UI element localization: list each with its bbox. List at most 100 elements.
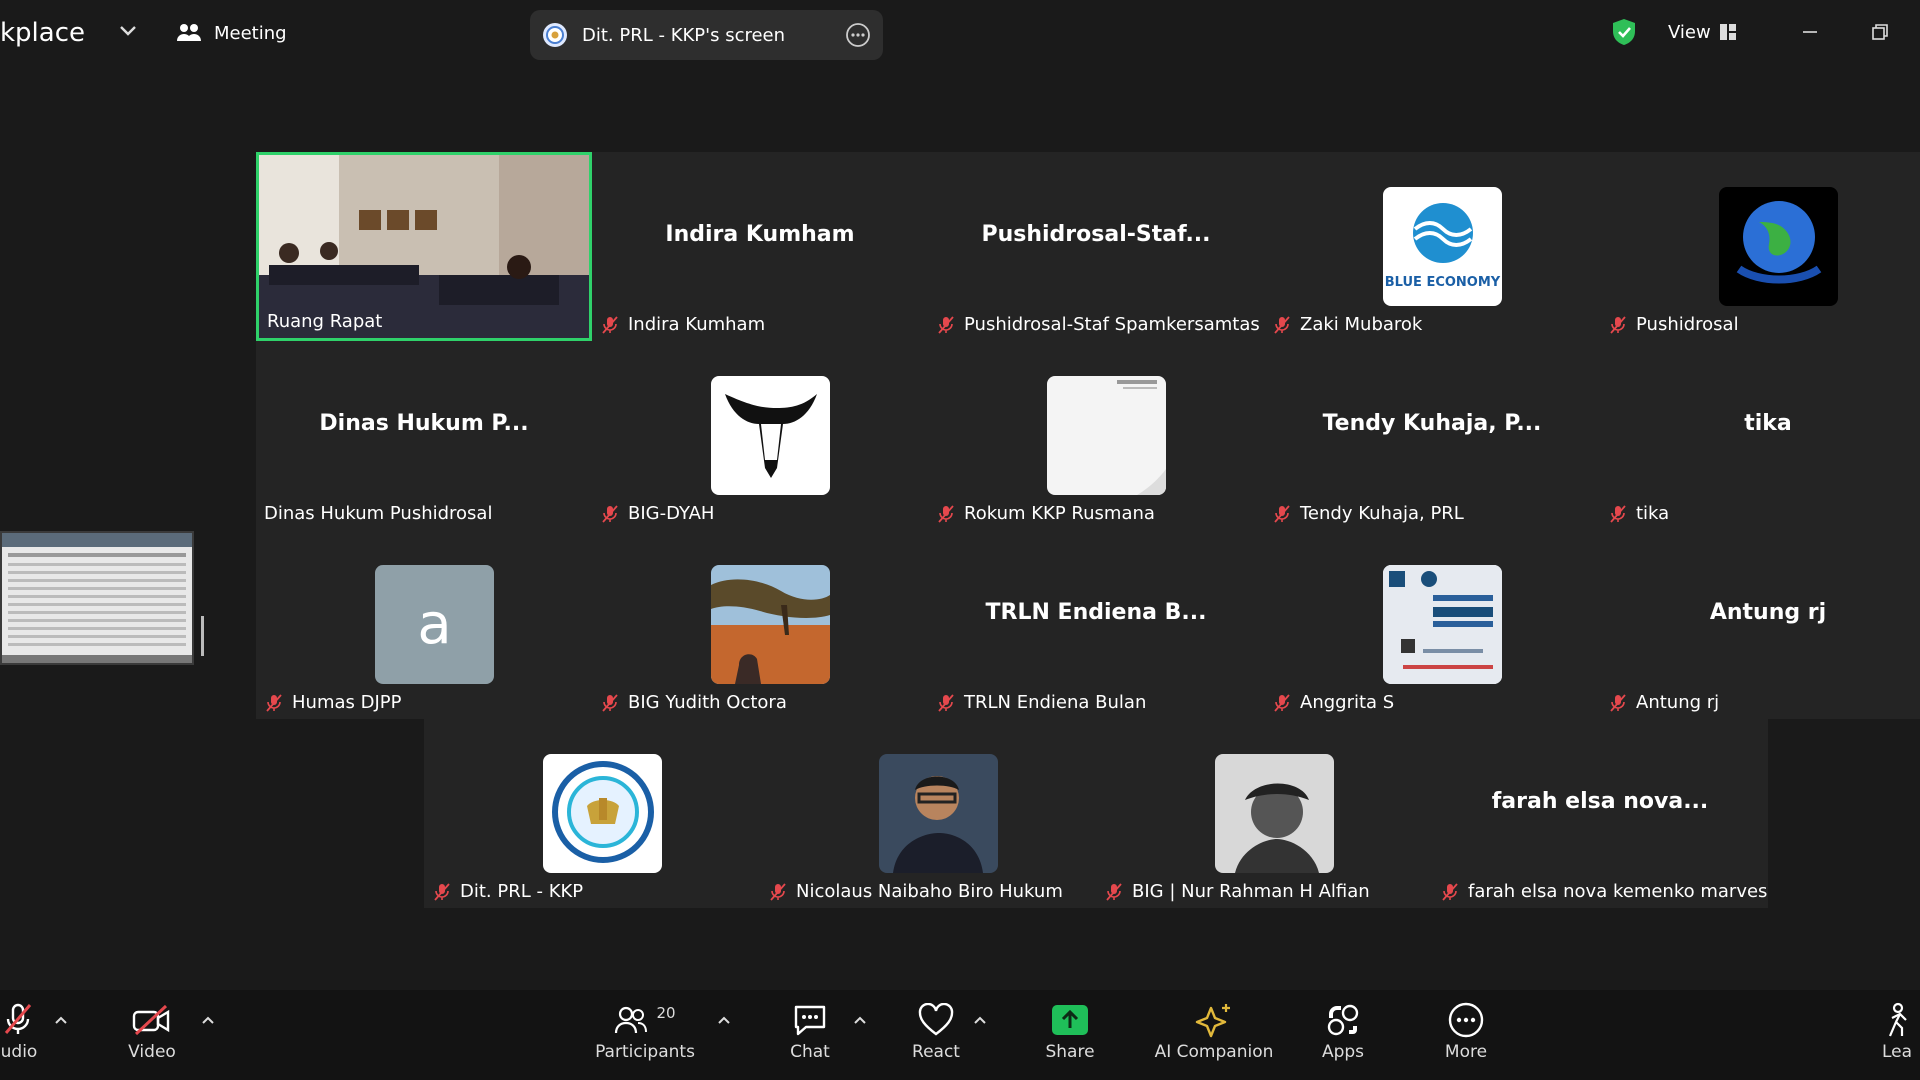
audio-label: udio	[0, 1042, 38, 1062]
video-tile[interactable]: BLUE ECONOMY Zaki Mubarok	[1264, 152, 1600, 341]
participant-name: Pushidrosal	[1608, 314, 1739, 335]
apps-button[interactable]: Apps	[1314, 998, 1372, 1074]
video-tile[interactable]: Dit. PRL - KKP	[424, 719, 760, 908]
video-tile[interactable]: a Humas DJPP	[256, 530, 592, 719]
participant-name: Dinas Hukum Pushidrosal	[264, 503, 493, 524]
participants-icon	[615, 1006, 648, 1034]
video-tile[interactable]: Nicolaus Naibaho Biro Hukum	[760, 719, 1096, 908]
mic-muted-icon	[938, 315, 954, 334]
heart-icon	[918, 1003, 954, 1036]
mic-muted-icon	[1106, 882, 1122, 901]
participant-name: Antung rj	[1608, 692, 1719, 713]
chevron-up-icon[interactable]	[970, 1010, 990, 1030]
mic-muted-icon	[1610, 315, 1626, 334]
share-button[interactable]: Share	[1040, 998, 1100, 1074]
mic-muted-icon	[1610, 504, 1626, 523]
profile-photo	[1215, 754, 1334, 873]
ministry-seal-icon	[552, 761, 654, 863]
video-tile[interactable]: Rokum KKP Rusmana	[928, 341, 1264, 530]
chat-label: Chat	[790, 1042, 830, 1062]
participant-name: Humas DJPP	[264, 692, 402, 713]
shield-check-icon	[1613, 19, 1635, 45]
chevron-up-icon[interactable]	[51, 1010, 71, 1030]
security-indicator[interactable]	[1610, 14, 1638, 50]
participant-display-name: Pushidrosal-Staf...	[981, 222, 1211, 247]
mic-muted-icon	[938, 504, 954, 523]
share-label: Dit. PRL - KKP's screen	[582, 24, 786, 46]
avatar-text: BLUE ECONOMY	[1384, 275, 1501, 290]
video-tile[interactable]: Dinas Hukum P... Dinas Hukum Pushidrosal	[256, 341, 592, 530]
meeting-info-button[interactable]: Meeting	[176, 16, 287, 50]
video-tile[interactable]: Antung rj Antung rj	[1600, 530, 1920, 719]
avatar	[711, 376, 830, 495]
participant-name: Rokum KKP Rusmana	[936, 503, 1155, 524]
mic-muted-icon	[1442, 882, 1458, 901]
audio-button[interactable]: udio	[0, 998, 44, 1074]
video-tile[interactable]: Ruang Rapat	[256, 152, 592, 341]
avatar	[711, 565, 830, 684]
participant-name: BIG Yudith Octora	[600, 692, 787, 713]
video-tile[interactable]: farah elsa nova... farah elsa nova kemen…	[1432, 719, 1768, 908]
minimize-button[interactable]	[1800, 14, 1820, 50]
video-tile[interactable]: Indira Kumham Indira Kumham	[592, 152, 928, 341]
participants-button[interactable]: 20 Participants	[592, 998, 698, 1074]
more-button[interactable]: More	[1436, 998, 1496, 1074]
video-tile[interactable]: Tendy Kuhaja, P... Tendy Kuhaja, PRL	[1264, 341, 1600, 530]
participant-display-name: Tendy Kuhaja, P...	[1322, 411, 1542, 436]
thumbnail-resize-handle[interactable]	[201, 616, 204, 656]
globe-emblem-icon	[1736, 201, 1822, 284]
participant-display-name: Indira Kumham	[665, 222, 855, 247]
react-label: React	[912, 1042, 960, 1062]
react-button[interactable]: React	[906, 998, 966, 1074]
apps-icon	[1327, 1004, 1359, 1036]
video-button[interactable]: Video	[120, 998, 184, 1074]
participant-display-name: TRLN Endiena B...	[985, 600, 1207, 625]
mic-muted-icon	[266, 693, 282, 712]
participant-display-name: farah elsa nova...	[1491, 789, 1709, 814]
participant-display-name: Dinas Hukum P...	[319, 411, 529, 436]
sparkle-icon	[1195, 1004, 1230, 1038]
avatar	[1215, 754, 1334, 873]
restore-icon	[1872, 24, 1888, 40]
video-tile[interactable]: Anggrita S	[1264, 530, 1600, 719]
avatar	[1383, 565, 1502, 684]
avatar	[1047, 376, 1166, 495]
shared-screen-thumbnail[interactable]	[0, 531, 194, 665]
leave-button[interactable]: Lea	[1882, 998, 1920, 1074]
video-tile[interactable]: Pushidrosal-Staf... Pushidrosal-Staf Spa…	[928, 152, 1264, 341]
participant-name: Tendy Kuhaja, PRL	[1272, 503, 1464, 524]
mic-muted-icon	[1274, 693, 1290, 712]
screen-share-indicator[interactable]: Dit. PRL - KKP's screen	[530, 10, 883, 60]
participant-name: tika	[1608, 503, 1669, 524]
mic-muted-icon	[434, 882, 450, 901]
chat-button[interactable]: Chat	[780, 998, 840, 1074]
leave-label: Lea	[1882, 1042, 1913, 1062]
participant-name: Anggrita S	[1272, 692, 1394, 713]
apps-label: Apps	[1321, 1042, 1365, 1062]
chevron-up-icon[interactable]	[850, 1010, 870, 1030]
video-tile[interactable]: BIG Yudith Octora	[592, 530, 928, 719]
profile-photo	[879, 754, 998, 873]
chevron-down-icon[interactable]	[116, 18, 140, 42]
mic-muted-icon	[602, 504, 618, 523]
chevron-up-icon[interactable]	[714, 1010, 734, 1030]
video-tile[interactable]: Pushidrosal	[1600, 152, 1920, 341]
avatar: a	[375, 565, 494, 684]
video-tile[interactable]: BIG-DYAH	[592, 341, 928, 530]
video-tile[interactable]: tika tika	[1600, 341, 1920, 530]
avatar	[879, 754, 998, 873]
participant-display-name: tika	[1744, 411, 1792, 436]
mic-muted-icon	[770, 882, 786, 901]
video-tile[interactable]: BIG | Nur Rahman H Alfian	[1096, 719, 1432, 908]
chevron-up-icon[interactable]	[198, 1010, 218, 1030]
view-button[interactable]: View	[1668, 14, 1737, 50]
restore-button[interactable]	[1870, 14, 1890, 50]
participant-display-name: Antung rj	[1709, 600, 1827, 625]
ai-companion-button[interactable]: AI Companion	[1150, 998, 1278, 1074]
more-options-icon[interactable]	[845, 22, 871, 48]
participant-name: BIG-DYAH	[600, 503, 714, 524]
video-tile[interactable]: TRLN Endiena B... TRLN Endiena Bulan	[928, 530, 1264, 719]
more-label: More	[1444, 1042, 1488, 1062]
leave-icon	[1888, 1002, 1907, 1037]
people-icon	[177, 24, 201, 41]
